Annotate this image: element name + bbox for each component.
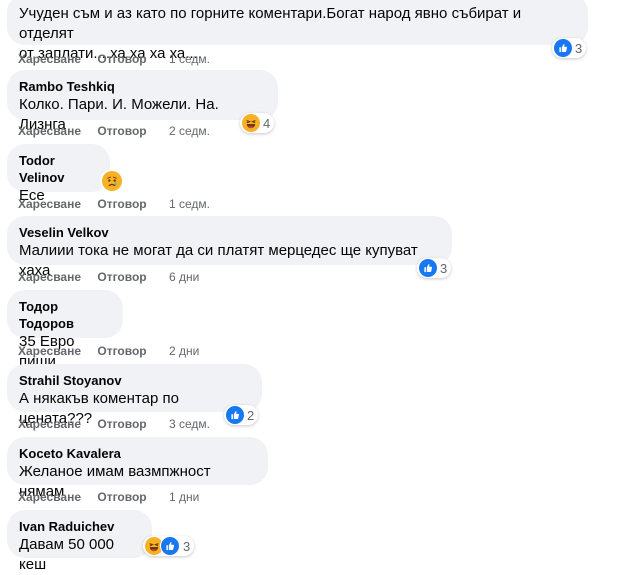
comment-bubble: Rambo Teshkiq Колко. Пари. И. Можели. На…	[7, 70, 278, 133]
comment-bubble: Strahil Stoyanov А някакъв коментар по ц…	[7, 364, 262, 427]
comment-author[interactable]: Тодор Тодоров	[19, 298, 111, 332]
like-button[interactable]: Харесване	[18, 270, 81, 284]
comment-actions: Харесване Отговор 3 седм.	[18, 416, 210, 432]
comment-actions: Харесване Отговор 1 дни	[18, 489, 199, 505]
reply-button[interactable]: Отговор	[97, 197, 146, 211]
reaction-summary[interactable]: 2	[224, 405, 259, 425]
comment-bubble: Ivan Raduichev Давам 50 000 кеш	[7, 510, 152, 573]
like-icon	[554, 39, 572, 57]
timestamp[interactable]: 2 седм.	[169, 124, 210, 138]
haha-icon	[242, 114, 260, 132]
like-icon	[226, 406, 244, 424]
reaction-summary[interactable]: 3	[552, 38, 587, 58]
comment-bubble: Veselin Velkov Малиии тока не могат да с…	[7, 216, 452, 279]
comment-author[interactable]: Koceto Kavalera	[19, 445, 256, 462]
comment-author[interactable]: Ivan Raduichev	[19, 518, 140, 535]
reaction-summary[interactable]: 3	[417, 258, 452, 278]
like-button[interactable]: Харесване	[18, 417, 81, 431]
comment-actions: Харесване Отговор 2 седм.	[18, 123, 210, 139]
comment-author[interactable]: Veselin Velkov	[19, 224, 440, 241]
comment-actions: Харесване Отговор 1 седм.	[18, 196, 210, 212]
reaction-count: 4	[263, 115, 271, 131]
timestamp[interactable]: 3 седм.	[169, 417, 210, 431]
timestamp[interactable]: 2 дни	[169, 344, 199, 358]
like-button[interactable]: Харесване	[18, 490, 81, 504]
timestamp[interactable]: 1 седм.	[169, 52, 210, 66]
timestamp[interactable]: 1 седм.	[169, 197, 210, 211]
comment-actions: Харесване Отговор 6 дни	[18, 269, 199, 285]
reaction-count: 3	[575, 40, 583, 56]
comment-actions: Харесване Отговор 2 дни	[18, 343, 199, 359]
comment: Ivan Raduichev Давам 50 000 кеш	[7, 510, 152, 574]
comment-bubble: Тодор Тодоров 35 Евро пиши	[7, 290, 123, 370]
reaction-summary[interactable]: 4	[240, 113, 275, 133]
reaction-summary[interactable]: 3	[143, 536, 195, 556]
reaction-count: 3	[440, 260, 448, 276]
reaction-count: 2	[247, 407, 255, 423]
sad-icon[interactable]	[102, 171, 122, 191]
comment-bubble: Учуден съм и аз като по горните коментар…	[7, 0, 588, 62]
comment-actions: Харесване Отговор 1 седм.	[18, 51, 210, 67]
reply-button[interactable]: Отговор	[97, 417, 146, 431]
comment-author[interactable]: Rambo Teshkiq	[19, 78, 266, 95]
reaction-count: 3	[183, 538, 191, 554]
like-button[interactable]: Харесване	[18, 124, 81, 138]
like-icon	[160, 536, 180, 556]
comment-author[interactable]: Todor Velinov	[19, 152, 98, 186]
reply-button[interactable]: Отговор	[97, 490, 146, 504]
reply-button[interactable]: Отговор	[97, 270, 146, 284]
like-icon	[419, 259, 437, 277]
like-button[interactable]: Харесване	[18, 52, 81, 66]
comment-text: Давам 50 000 кеш	[19, 536, 119, 573]
reply-button[interactable]: Отговор	[97, 124, 146, 138]
like-button[interactable]: Харесване	[18, 197, 81, 211]
timestamp[interactable]: 6 дни	[169, 270, 199, 284]
comment-author[interactable]: Strahil Stoyanov	[19, 372, 250, 389]
timestamp[interactable]: 1 дни	[169, 490, 199, 504]
comment-bubble: Koceto Kavalera Желаное имам вазмпжност …	[7, 437, 268, 500]
reply-button[interactable]: Отговор	[97, 52, 146, 66]
comment-bubble: Todor Velinov Есе	[7, 144, 110, 204]
like-button[interactable]: Харесване	[18, 344, 81, 358]
reply-button[interactable]: Отговор	[97, 344, 146, 358]
